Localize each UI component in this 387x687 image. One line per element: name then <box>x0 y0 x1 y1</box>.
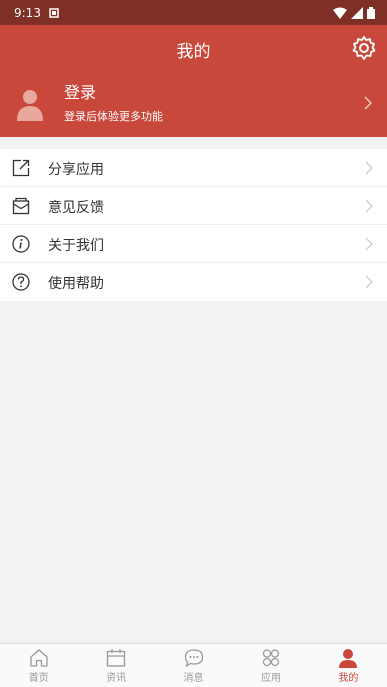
tab-apps[interactable]: 应用 <box>232 644 309 687</box>
login-title: 登录 <box>64 83 97 102</box>
battery-icon <box>367 6 375 19</box>
tab-label: 应用 <box>260 673 281 684</box>
menu-list: 分享应用 意见反馈 关于我们 使用帮助 <box>0 149 387 301</box>
apps-icon <box>262 649 280 667</box>
chevron-right-icon <box>365 161 373 175</box>
header: 我的 登录 登录后体验更多功能 <box>0 25 387 137</box>
status-bar: 9:13 <box>0 0 387 25</box>
notification-icon <box>49 7 59 18</box>
home-icon <box>30 649 48 667</box>
menu-item-label: 意见反馈 <box>48 200 104 216</box>
menu-item-about[interactable]: 关于我们 <box>0 225 387 263</box>
info-icon <box>12 235 30 253</box>
chevron-right-icon <box>365 275 373 289</box>
tab-home[interactable]: 首页 <box>0 644 77 687</box>
share-icon <box>12 159 30 177</box>
tab-label: 我的 <box>338 673 359 684</box>
menu-item-label: 关于我们 <box>48 238 104 254</box>
signal-icon <box>351 6 363 19</box>
tab-messages[interactable]: 消息 <box>155 644 232 687</box>
chevron-right-icon <box>364 96 373 110</box>
page-title: 我的 <box>176 42 211 62</box>
chat-icon <box>184 649 203 668</box>
menu-item-help[interactable]: 使用帮助 <box>0 263 387 301</box>
help-icon <box>12 273 30 291</box>
tab-label: 消息 <box>183 673 204 684</box>
login-subtitle: 登录后体验更多功能 <box>64 110 163 123</box>
tab-label: 首页 <box>28 673 49 684</box>
wifi-icon <box>333 7 347 19</box>
user-icon <box>339 649 358 668</box>
menu-item-share[interactable]: 分享应用 <box>0 149 387 187</box>
menu-item-label: 分享应用 <box>48 162 104 178</box>
login-row[interactable]: 登录 登录后体验更多功能 <box>0 71 387 137</box>
status-time: 9:13 <box>14 5 41 20</box>
tab-news[interactable]: 资讯 <box>77 644 154 687</box>
menu-item-feedback[interactable]: 意见反馈 <box>0 187 387 225</box>
calendar-icon <box>106 649 126 667</box>
menu-item-label: 使用帮助 <box>48 276 104 292</box>
avatar-icon <box>17 90 43 121</box>
settings-icon[interactable] <box>351 35 377 61</box>
tab-profile[interactable]: 我的 <box>310 644 387 687</box>
tab-label: 资讯 <box>106 673 127 684</box>
bottom-tab-bar: 首页 资讯 消息 应用 我的 <box>0 643 387 687</box>
chevron-right-icon <box>365 199 373 213</box>
chevron-right-icon <box>365 237 373 251</box>
feedback-icon <box>12 197 30 215</box>
